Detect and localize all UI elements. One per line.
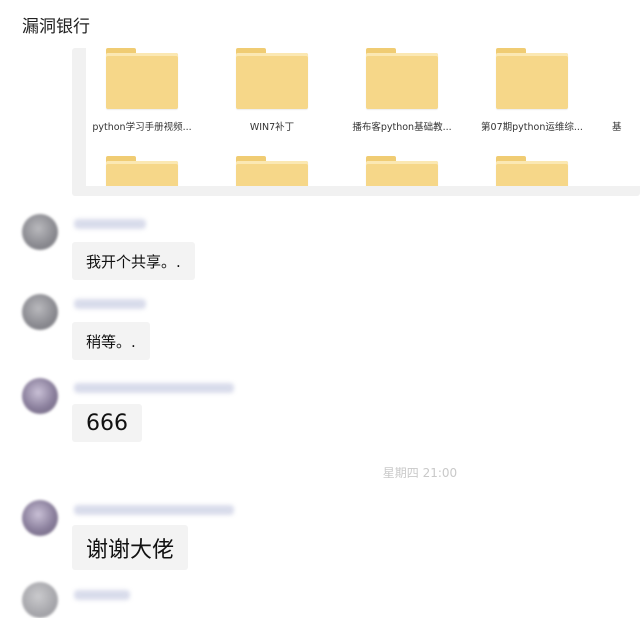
folder-label-partial: 基 — [612, 122, 622, 133]
avatar[interactable] — [22, 214, 58, 250]
folder-label: python学习手册视频... — [92, 122, 192, 133]
sender-name-redacted — [74, 590, 130, 600]
folder-item[interactable] — [236, 156, 308, 186]
avatar[interactable] — [22, 500, 58, 536]
sender-name-redacted — [74, 505, 234, 515]
sender-name-redacted — [74, 383, 234, 393]
chat-title: 漏洞银行 — [22, 17, 90, 37]
message-bubble[interactable]: 稍等。. — [72, 322, 150, 360]
folder-label: 第07期python运维综... — [481, 122, 583, 133]
folder-item[interactable] — [366, 156, 438, 186]
folder-label: WIN7补丁 — [249, 122, 295, 133]
folder-item[interactable]: 第07期python运维综... — [481, 48, 583, 138]
avatar[interactable] — [22, 582, 58, 618]
folder-label: 播布客python基础教... — [352, 122, 452, 133]
message-bubble[interactable]: 谢谢大佬 — [72, 525, 189, 570]
avatar[interactable] — [22, 294, 58, 330]
folder-item[interactable] — [106, 156, 178, 186]
folder-item[interactable]: WIN7补丁 — [236, 48, 308, 138]
message-bubble[interactable]: 我开个共享。. — [72, 242, 195, 280]
folder-item[interactable] — [496, 156, 568, 186]
timestamp-divider: 星期四 21:00 — [382, 466, 458, 480]
sender-name-redacted — [74, 299, 146, 309]
message-bubble[interactable]: 666 — [72, 404, 142, 442]
folder-item[interactable]: python学习手册视频... — [92, 48, 192, 138]
sender-name-redacted — [74, 219, 146, 229]
avatar[interactable] — [22, 378, 58, 414]
folder-item[interactable]: 播布客python基础教... — [352, 48, 452, 138]
shared-folder-grid: python学习手册视频... WIN7补丁 播布客python基础教... 第… — [86, 48, 640, 186]
